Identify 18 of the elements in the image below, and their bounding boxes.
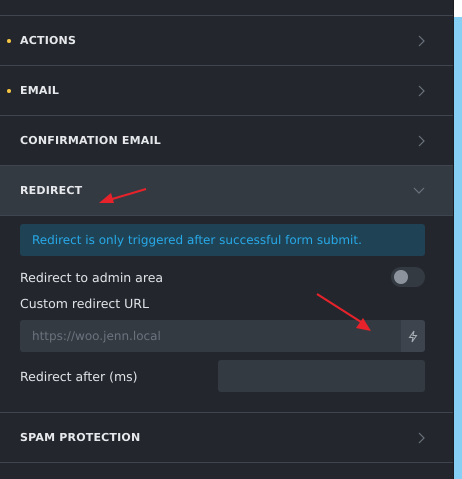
- chevron-down-icon: [413, 187, 425, 194]
- url-input-field[interactable]: https://woo.jenn.local: [20, 320, 401, 352]
- section-header[interactable]: REDIRECT: [0, 166, 453, 216]
- toggle-switch[interactable]: [391, 267, 425, 287]
- chevron-right-icon: [418, 134, 425, 146]
- field-label: Custom redirect URL: [20, 296, 149, 311]
- dynamic-data-button[interactable]: [401, 320, 425, 352]
- section-header[interactable]: ACTIONS: [0, 16, 453, 66]
- section-header[interactable]: SPAM PROTECTION: [0, 413, 453, 463]
- lightning-icon: [408, 330, 418, 342]
- toggle-label: Redirect to admin area: [20, 270, 164, 284]
- annotation-arrow: [315, 292, 373, 333]
- field-label: Redirect after (ms): [20, 368, 138, 384]
- info-notice: Redirect is only triggered after successful form submit.: [20, 224, 425, 256]
- chevron-right-icon: [418, 34, 425, 46]
- section-header[interactable]: EMAIL: [0, 66, 453, 116]
- chevron-right-icon: [418, 84, 425, 96]
- chevron-right-icon: [418, 432, 425, 444]
